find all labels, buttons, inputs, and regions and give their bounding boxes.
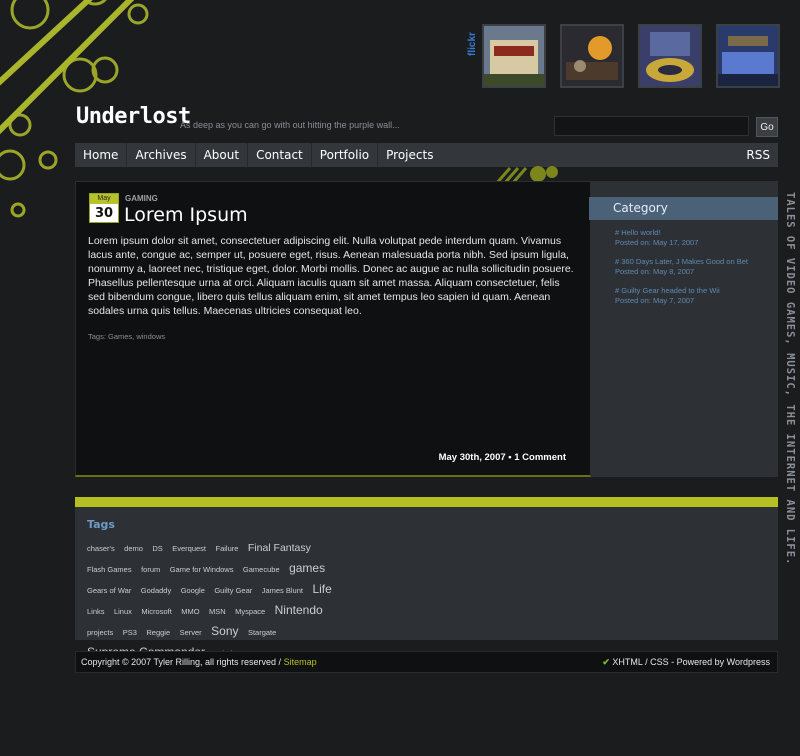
recent-post-date: Posted on: May 8, 2007 — [615, 267, 695, 276]
tag-link[interactable]: Microsoft — [141, 607, 171, 616]
xhtml-link[interactable]: XHTML — [612, 657, 642, 667]
recent-post-date: Posted on: May 7, 2007 — [615, 296, 695, 305]
tag-link[interactable]: Links — [87, 607, 105, 616]
tags-section: Tags chaser's demo DS Everquest Failure … — [75, 507, 778, 659]
list-item: # 360 Days Later, J Makes Good on Bet Po… — [615, 257, 748, 276]
tag-link[interactable]: Nintendo — [275, 603, 323, 617]
tag-link[interactable]: games — [289, 561, 325, 575]
vertical-slogan: TALES OF VIDEO GAMES, MUSIC, THE INTERNE… — [784, 192, 796, 566]
tag-link[interactable]: DS — [152, 544, 162, 553]
flickr-thumb-2[interactable] — [560, 24, 624, 88]
recent-post-date: Posted on: May 17, 2007 — [615, 238, 699, 247]
nav-contact[interactable]: Contact — [248, 143, 312, 167]
tag-link[interactable]: Final Fantasy — [248, 542, 311, 554]
tag-link[interactable]: James Blunt — [262, 586, 303, 595]
flickr-thumb-3[interactable] — [638, 24, 702, 88]
search-input[interactable] — [554, 116, 749, 136]
post-title[interactable]: Lorem Ipsum — [124, 204, 248, 226]
site-logo[interactable]: Underlost — [76, 104, 191, 129]
photo-fire-scene-icon — [562, 26, 622, 86]
tags-heading: Tags — [87, 518, 115, 531]
tag-link[interactable]: Game for Windows — [170, 565, 234, 574]
footer-separator: / — [642, 657, 651, 667]
list-item: # Guilty Gear headed to the Wii Posted o… — [615, 286, 748, 305]
tag-link[interactable]: Sony — [211, 624, 238, 638]
recent-post-link[interactable]: # Hello world! — [615, 228, 748, 237]
page-footer: Copyright © 2007 Tyler Rilling, all righ… — [75, 651, 778, 673]
tag-link[interactable]: chaser's — [87, 544, 115, 553]
post-tags[interactable]: Tags: Games, windows — [88, 332, 165, 341]
recent-post-link[interactable]: # 360 Days Later, J Makes Good on Bet — [615, 257, 748, 266]
search-go-button[interactable]: Go — [756, 117, 778, 137]
tag-link[interactable]: PS3 — [123, 628, 137, 637]
post-category[interactable]: GAMING — [125, 194, 158, 203]
tags-accent-bar — [75, 497, 778, 507]
post-date-day: 30 — [94, 206, 114, 221]
photo-arena-icon — [718, 26, 778, 86]
tag-link[interactable]: Flash Games — [87, 565, 132, 574]
tag-link[interactable]: Life — [312, 582, 331, 596]
flickr-thumb-4[interactable] — [716, 24, 780, 88]
tag-link[interactable]: Reggie — [146, 628, 170, 637]
flickr-thumb-1[interactable] — [482, 24, 546, 88]
tag-cloud: chaser's demo DS Everquest Failure Final… — [87, 537, 357, 663]
tag-link[interactable]: Google — [181, 586, 205, 595]
nav-about[interactable]: About — [196, 143, 249, 167]
site-tagline: As deep as you can go with out hitting t… — [180, 120, 400, 130]
photo-restaurant-icon — [484, 26, 544, 86]
flickr-logo[interactable]: flickr — [466, 22, 478, 56]
footer-credits: ✔ XHTML / CSS - Powered by Wordpress — [602, 657, 770, 668]
tag-link[interactable]: Stargate — [248, 628, 276, 637]
flickr-logo-text: flickr — [467, 32, 478, 56]
recent-post-link[interactable]: # Guilty Gear headed to the Wii — [615, 286, 748, 295]
tag-link[interactable]: forum — [141, 565, 160, 574]
tag-link[interactable]: Linux — [114, 607, 132, 616]
tag-link[interactable]: MMO — [181, 607, 199, 616]
tag-link[interactable]: Server — [180, 628, 202, 637]
nav-rss[interactable]: RSS — [738, 143, 778, 167]
tag-link[interactable]: demo — [124, 544, 143, 553]
checkmark-icon: ✔ — [602, 657, 610, 667]
tag-link[interactable]: projects — [87, 628, 113, 637]
tag-link[interactable]: Gears of War — [87, 586, 131, 595]
copyright-text: Copyright © 2007 Tyler Rilling, all righ… — [81, 657, 284, 667]
tag-link[interactable]: Godaddy — [141, 586, 171, 595]
post-body: Lorem ipsum dolor sit amet, consectetuer… — [88, 235, 574, 317]
flickr-thumbnails — [482, 24, 780, 88]
post-date-month: May — [90, 194, 118, 204]
css-link[interactable]: CSS — [650, 657, 669, 667]
photo-hall-icon — [640, 26, 700, 86]
tag-link[interactable]: Guilty Gear — [214, 586, 252, 595]
tag-link[interactable]: Gamecube — [243, 565, 280, 574]
tag-link[interactable]: Failure — [215, 544, 238, 553]
tag-link[interactable]: Everquest — [172, 544, 206, 553]
category-heading: Category — [589, 197, 778, 220]
tag-link[interactable]: MSN — [209, 607, 226, 616]
footer-copyright: Copyright © 2007 Tyler Rilling, all righ… — [81, 657, 317, 667]
tag-link[interactable]: Myspace — [235, 607, 265, 616]
nav-archives[interactable]: Archives — [127, 143, 196, 167]
sidebar: Category # Hello world! Posted on: May 1… — [589, 181, 778, 477]
main-nav: Home Archives About Contact Portfolio Pr… — [75, 143, 778, 167]
sitemap-link[interactable]: Sitemap — [284, 657, 317, 667]
blog-post: May 30 GAMING Lorem Ipsum Lorem ipsum do… — [75, 181, 591, 477]
nav-portfolio[interactable]: Portfolio — [312, 143, 379, 167]
recent-posts-list: # Hello world! Posted on: May 17, 2007 #… — [615, 228, 748, 315]
nav-projects[interactable]: Projects — [378, 143, 441, 167]
powered-by-text: - Powered by Wordpress — [668, 657, 770, 667]
post-date-badge: May 30 — [89, 193, 119, 223]
list-item: # Hello world! Posted on: May 17, 2007 — [615, 228, 748, 247]
nav-home[interactable]: Home — [75, 143, 128, 167]
post-meta-footer[interactable]: May 30th, 2007 • 1 Comment — [439, 452, 566, 463]
